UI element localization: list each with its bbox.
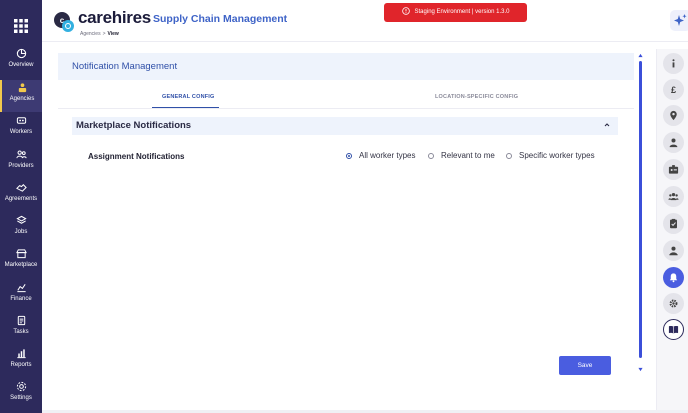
- sidebar-item-overview[interactable]: Overview: [0, 46, 42, 78]
- rail-group-button[interactable]: [663, 186, 684, 207]
- radio-selected-indicator[interactable]: [346, 153, 352, 159]
- reports-icon: [16, 349, 26, 359]
- user-icon: [669, 138, 678, 148]
- marketplace-icon: [15, 249, 27, 259]
- breadcrumb-separator: >: [102, 31, 106, 37]
- radio-unselected-indicator[interactable]: [428, 153, 434, 159]
- sidebar-item-reports[interactable]: Reports: [0, 346, 42, 378]
- gear-icon: [669, 299, 678, 308]
- carehires-logo-icon[interactable]: c: [53, 11, 75, 33]
- tabs-divider: [58, 108, 634, 109]
- assignment-notifications-label: Assignment Notifications: [88, 152, 185, 161]
- rail-clipboard-button[interactable]: [663, 213, 684, 234]
- sidebar-item-label: Workers: [9, 129, 33, 135]
- radio-label: Specific worker types: [519, 151, 595, 160]
- breadcrumb-parent[interactable]: Agencies: [80, 31, 101, 37]
- svg-text:£: £: [671, 85, 676, 95]
- bell-icon: [669, 273, 678, 283]
- app-grid-icon[interactable]: [14, 19, 28, 33]
- sidebar-item-settings[interactable]: Settings: [0, 379, 42, 411]
- brand-logo-text: carehires: [78, 8, 151, 27]
- providers-icon: [15, 150, 27, 159]
- radio-unselected-indicator[interactable]: [506, 153, 512, 159]
- environment-banner: Staging Environment | version 1.3.0: [384, 3, 527, 22]
- rail-docs-button[interactable]: [663, 319, 684, 340]
- sidebar-item-workers[interactable]: Workers: [0, 113, 42, 145]
- rail-info-button[interactable]: [663, 53, 684, 74]
- sidebar-item-agencies[interactable]: Agencies: [0, 80, 42, 112]
- contact-icon: [669, 246, 678, 256]
- workers-icon: [16, 117, 26, 124]
- sidebar-item-label: Marketplace: [4, 262, 38, 268]
- tasks-icon: [17, 315, 25, 326]
- section-title: Marketplace Notifications: [76, 120, 192, 131]
- panel-header: Notification Management: [58, 53, 634, 80]
- ai-assistant-button[interactable]: [670, 10, 688, 31]
- finance-icon: [16, 284, 26, 293]
- right-action-rail: £: [656, 49, 688, 413]
- sidebar-item-label: Settings: [10, 395, 32, 401]
- pie-chart-icon: [16, 48, 26, 59]
- radio-label: Relevant to me: [441, 151, 495, 160]
- radio-label: All worker types: [359, 151, 416, 160]
- sidebar-item-label: Jobs: [14, 229, 28, 235]
- sidebar-item-finance[interactable]: Finance: [0, 280, 42, 312]
- sidebar-item-label: Overview: [8, 62, 34, 68]
- environment-banner-text: Staging Environment | version 1.3.0: [414, 9, 510, 15]
- book-icon: [668, 326, 679, 334]
- rail-contact-button[interactable]: [663, 240, 684, 261]
- pound-icon: £: [671, 85, 676, 95]
- app-header: c carehires Supply Chain Management Agen…: [42, 0, 688, 42]
- sidebar-item-label: Providers: [8, 163, 34, 169]
- scroll-up-arrow-icon[interactable]: [638, 53, 643, 58]
- tab-location-specific-config[interactable]: LOCATION-SPECIFIC CONFIG: [435, 94, 518, 100]
- breadcrumb-current: View: [107, 31, 119, 37]
- rail-user-button[interactable]: [663, 132, 684, 153]
- breadcrumb: Agencies > View: [80, 31, 119, 37]
- sidebar-item-label: Agreements: [4, 196, 38, 202]
- app-title: Supply Chain Management: [153, 13, 288, 25]
- main-content: Notification Management GENERAL CONFIG L…: [48, 49, 646, 413]
- sidebar-item-marketplace[interactable]: Marketplace: [0, 246, 42, 278]
- clipboard-icon: [670, 218, 677, 229]
- id-card-icon: [668, 165, 679, 174]
- config-tabs: GENERAL CONFIG LOCATION-SPECIFIC CONFIG: [58, 80, 634, 109]
- scrollbar-thumb[interactable]: [639, 61, 642, 358]
- settings-icon: [16, 381, 26, 392]
- rail-notifications-button[interactable]: [663, 267, 684, 288]
- rail-settings-button[interactable]: [663, 293, 684, 314]
- rail-id-card-button[interactable]: [663, 159, 684, 180]
- vertical-scrollbar[interactable]: [638, 53, 643, 375]
- page-title: Notification Management: [72, 61, 178, 72]
- sidebar: Overview Agencies Workers Providers Agre…: [0, 0, 42, 413]
- sidebar-item-jobs[interactable]: Jobs: [0, 213, 42, 245]
- chevron-up-icon[interactable]: [603, 121, 611, 129]
- sidebar-item-providers[interactable]: Providers: [0, 147, 42, 179]
- save-button[interactable]: Save: [559, 356, 611, 375]
- warning-icon: [401, 7, 410, 15]
- scroll-down-arrow-icon[interactable]: [638, 367, 643, 372]
- sidebar-item-label: Finance: [10, 296, 32, 302]
- rail-finance-button[interactable]: £: [663, 79, 684, 100]
- sidebar-item-label: Reports: [10, 362, 32, 368]
- agency-icon: [18, 83, 26, 93]
- sidebar-item-label: Agencies: [9, 96, 35, 102]
- jobs-icon: [15, 215, 27, 224]
- marketplace-notifications-accordion[interactable]: Marketplace Notifications: [72, 117, 618, 135]
- sidebar-item-label: Tasks: [13, 329, 29, 335]
- group-icon: [668, 193, 679, 201]
- info-icon: [672, 59, 675, 68]
- agreements-icon: [15, 184, 27, 192]
- tab-general-config[interactable]: GENERAL CONFIG: [162, 94, 215, 100]
- sparkle-icon: [674, 14, 687, 26]
- location-pin-icon: [670, 110, 677, 121]
- sidebar-item-agreements[interactable]: Agreements: [0, 180, 42, 212]
- rail-location-button[interactable]: [663, 105, 684, 126]
- sidebar-item-tasks[interactable]: Tasks: [0, 313, 42, 345]
